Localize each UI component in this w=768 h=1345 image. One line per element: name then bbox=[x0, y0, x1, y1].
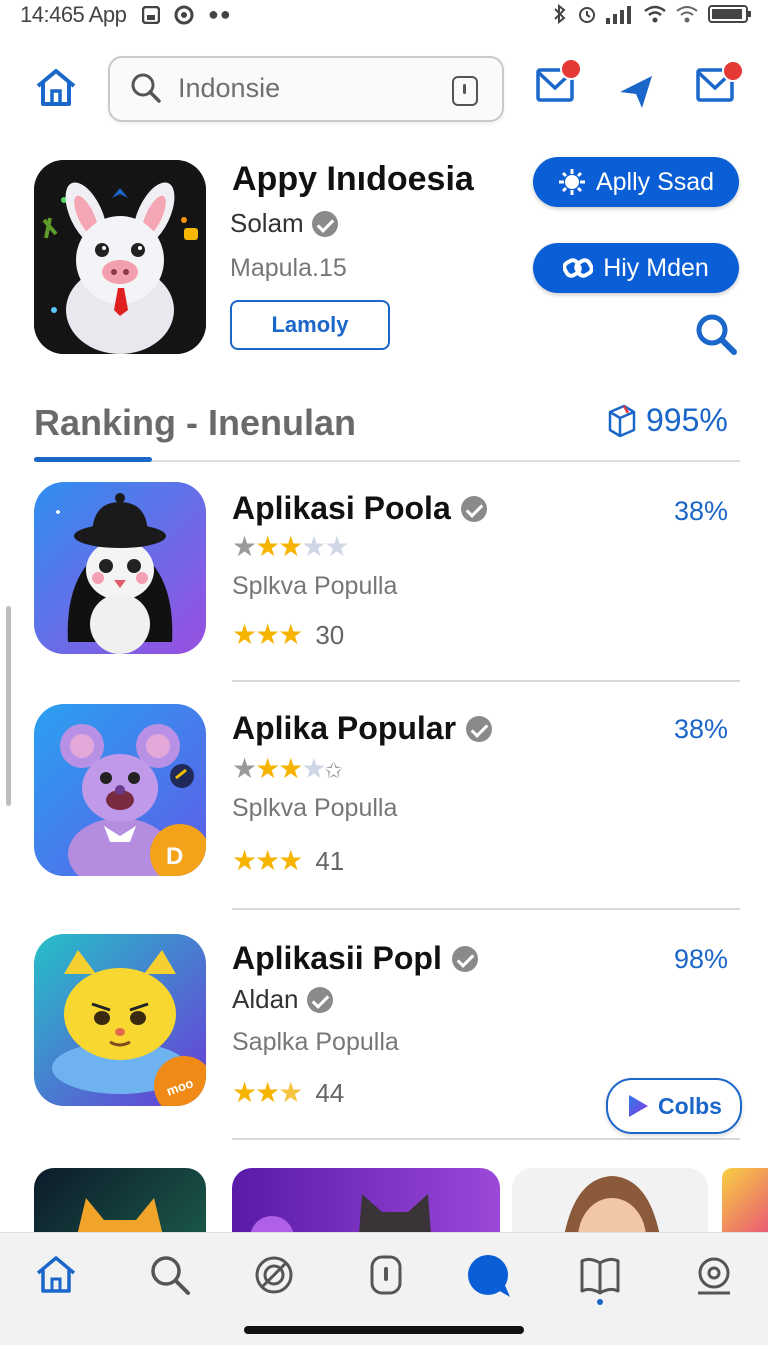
alarm-icon bbox=[579, 7, 595, 23]
rating-count: 44 bbox=[315, 1078, 345, 1108]
collabs-button-label: Colbs bbox=[658, 1092, 722, 1119]
profile-icon[interactable] bbox=[692, 1253, 736, 1297]
star-rating: ★★★★✩ bbox=[232, 753, 343, 784]
rating-count: 30 bbox=[315, 620, 345, 650]
featured-app-icon[interactable] bbox=[34, 160, 206, 354]
status-time: 14:465 App bbox=[20, 2, 127, 27]
ranking-percent-value: 995% bbox=[646, 402, 728, 438]
notification-icon bbox=[142, 5, 160, 24]
app-subtitle: Splkva Populla bbox=[232, 572, 398, 600]
bluetooth-icon bbox=[554, 4, 566, 24]
app-icon-mouse[interactable]: D bbox=[34, 704, 206, 876]
home-indicator[interactable] bbox=[244, 1326, 524, 1334]
star-rating: ★★★ 41 bbox=[232, 845, 345, 876]
messages-button[interactable] bbox=[696, 60, 744, 106]
tab-indicator bbox=[34, 457, 152, 462]
app-developer[interactable]: Aldan bbox=[232, 984, 333, 1015]
face-icon bbox=[174, 5, 194, 24]
battery-icon bbox=[708, 5, 751, 23]
star-rating: ★★★ 30 bbox=[232, 619, 345, 650]
row-divider bbox=[232, 908, 740, 910]
app-title[interactable]: Aplikasii Popl bbox=[232, 940, 478, 977]
play-icon bbox=[629, 1095, 649, 1117]
cube-icon bbox=[608, 404, 636, 437]
status-bar: 14:465 App ●● bbox=[0, 0, 768, 32]
app-title[interactable]: Aplikasi Poola bbox=[232, 490, 487, 527]
keyhole-icon[interactable] bbox=[364, 1253, 408, 1297]
verified-icon bbox=[466, 715, 493, 742]
row-divider bbox=[232, 680, 740, 682]
featured-open-button[interactable]: Lamoly bbox=[230, 300, 390, 350]
home-icon[interactable] bbox=[34, 1253, 78, 1297]
star-rating: ★★★★★ bbox=[232, 531, 350, 562]
signal-icon bbox=[606, 6, 631, 24]
app-title[interactable]: Aplika Popular bbox=[232, 710, 493, 747]
app-subtitle: Splkva Populla bbox=[232, 794, 398, 822]
verified-icon bbox=[460, 495, 487, 522]
active-dot bbox=[597, 1299, 603, 1305]
svg-text:D: D bbox=[166, 843, 183, 870]
row-divider bbox=[232, 1138, 740, 1140]
rating-count: 41 bbox=[315, 846, 345, 876]
inbox-button[interactable] bbox=[536, 58, 582, 106]
sparkle-icon bbox=[558, 169, 585, 195]
star-rating: ★★★ 44 bbox=[232, 1077, 345, 1108]
app-percent: 38% bbox=[673, 714, 728, 744]
verified-icon bbox=[306, 986, 333, 1013]
explore-icon[interactable] bbox=[252, 1253, 296, 1297]
search-bar[interactable]: Indonsie bbox=[108, 56, 504, 122]
more-dots-icon: ●● bbox=[208, 4, 232, 24]
apply-button-label: Aplly Ssad bbox=[595, 167, 715, 196]
hide-button[interactable]: Hiy Mden bbox=[533, 243, 739, 293]
app-subtitle: Saplka Populla bbox=[232, 1028, 399, 1056]
app-icon-penguin[interactable] bbox=[34, 482, 206, 654]
hide-button-label: Hiy Mden bbox=[603, 253, 709, 282]
wifi-alt-icon bbox=[676, 6, 698, 23]
notification-badge bbox=[722, 60, 744, 82]
apply-button[interactable]: Aplly Ssad bbox=[533, 157, 739, 207]
home-icon[interactable] bbox=[34, 66, 78, 110]
ranking-percent: 995% bbox=[606, 402, 728, 439]
search-icon[interactable] bbox=[694, 312, 738, 356]
top-bar: Indonsie bbox=[0, 50, 768, 126]
featured-developer[interactable]: Solam bbox=[230, 208, 338, 239]
featured-version: Mapula.15 bbox=[230, 254, 347, 282]
search-icon[interactable] bbox=[148, 1253, 192, 1297]
book-icon[interactable] bbox=[578, 1253, 622, 1297]
notification-badge bbox=[560, 58, 582, 80]
keyhole-icon[interactable] bbox=[452, 76, 478, 106]
wifi-icon bbox=[644, 5, 666, 23]
developer-name: Solam bbox=[230, 208, 304, 238]
verified-icon bbox=[311, 210, 338, 237]
scrollbar[interactable] bbox=[6, 606, 11, 806]
search-input[interactable]: Indonsie bbox=[178, 73, 280, 104]
send-icon[interactable] bbox=[616, 72, 656, 112]
app-icon-cat[interactable]: moo bbox=[34, 934, 206, 1106]
chat-bubble-icon[interactable] bbox=[466, 1253, 514, 1301]
verified-icon bbox=[451, 945, 478, 972]
collabs-button[interactable]: Colbs bbox=[606, 1078, 742, 1134]
app-percent: 38% bbox=[673, 496, 728, 526]
app-percent: 98% bbox=[673, 944, 728, 974]
link-icon bbox=[563, 258, 594, 278]
search-icon bbox=[131, 73, 161, 103]
featured-app-title: Appy Inıdoesia bbox=[232, 160, 474, 198]
ranking-title: Ranking - Inenulan bbox=[34, 402, 357, 443]
